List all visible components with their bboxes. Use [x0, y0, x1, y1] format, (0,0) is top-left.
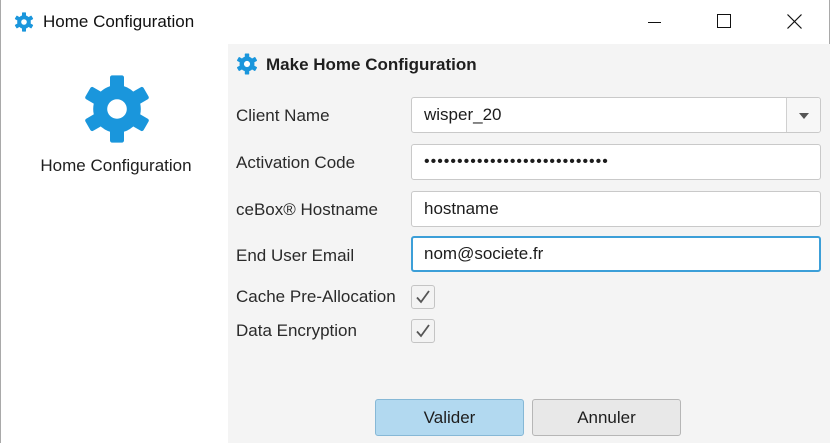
hostname-value: hostname	[424, 199, 499, 218]
gear-icon	[14, 12, 34, 32]
activation-code-value: ••••••••••••••••••••••••••••	[424, 153, 609, 170]
close-button[interactable]	[759, 0, 829, 44]
data-encryption-checkbox[interactable]	[411, 319, 435, 343]
title-bar[interactable]: Home Configuration	[1, 0, 829, 44]
annuler-button[interactable]: Annuler	[532, 399, 681, 436]
minimize-icon	[648, 22, 661, 23]
data-encryption-label: Data Encryption	[236, 321, 357, 340]
checkmark-icon	[416, 324, 430, 338]
gear-icon	[236, 53, 258, 75]
activation-code-field[interactable]: ••••••••••••••••••••••••••••	[411, 144, 821, 180]
form-heading: Make Home Configuration	[266, 55, 477, 74]
hostname-field[interactable]: hostname	[411, 191, 821, 227]
close-icon	[787, 14, 802, 29]
dropdown-button[interactable]	[786, 98, 820, 132]
sidebar: Home Configuration	[2, 44, 227, 443]
window-title: Home Configuration	[43, 12, 195, 31]
client-name-label: Client Name	[236, 106, 330, 125]
form-panel: Make Home Configuration Client Name wisp…	[228, 44, 830, 443]
email-value: nom@societe.fr	[424, 244, 544, 263]
client-name-value: wisper_20	[424, 105, 502, 124]
activation-code-label: Activation Code	[236, 153, 356, 172]
cache-preallocation-label: Cache Pre-Allocation	[236, 287, 396, 306]
chevron-down-icon	[799, 113, 809, 119]
gear-icon	[82, 74, 152, 144]
checkmark-icon	[416, 290, 430, 304]
maximize-icon	[717, 14, 731, 28]
valider-button[interactable]: Valider	[375, 399, 524, 436]
email-field[interactable]: nom@societe.fr	[411, 236, 821, 272]
maximize-button[interactable]	[689, 0, 759, 44]
client-name-select[interactable]: wisper_20	[411, 97, 821, 133]
dialog-window: Home Configuration Home Configuration Ma…	[0, 0, 830, 443]
hostname-label: ceBox® Hostname	[236, 200, 378, 219]
cache-preallocation-checkbox[interactable]	[411, 285, 435, 309]
sidebar-label: Home Configuration	[40, 156, 192, 175]
minimize-button[interactable]	[619, 0, 689, 44]
email-label: End User Email	[236, 246, 355, 265]
